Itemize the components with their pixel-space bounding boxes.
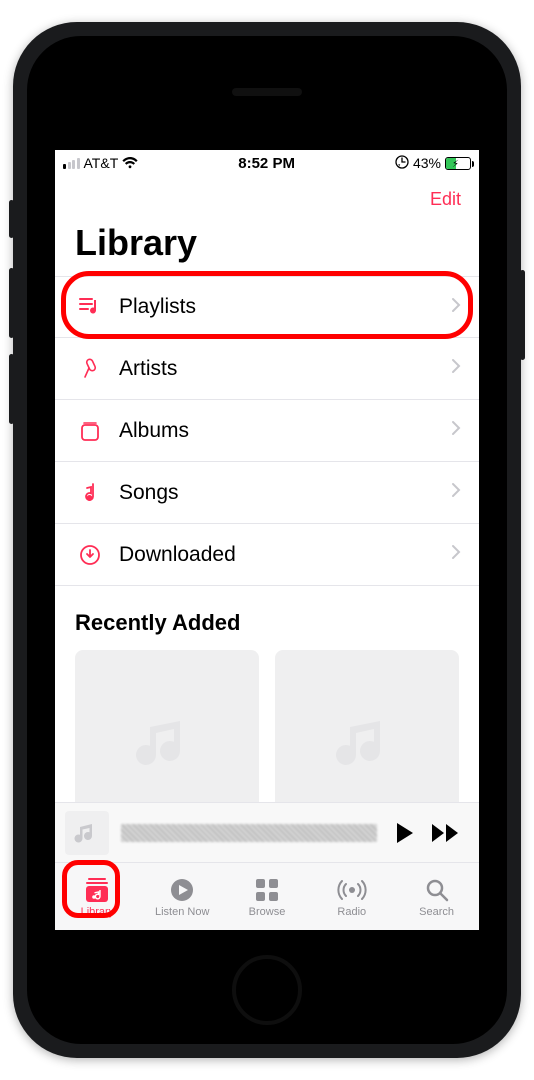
chevron-right-icon <box>451 297 461 318</box>
row-label: Playlists <box>119 295 451 319</box>
library-row-downloaded[interactable]: Downloaded <box>55 524 479 586</box>
battery-icon: ⚡︎ <box>445 157 471 170</box>
carrier-label: AT&T <box>84 155 119 171</box>
earpiece-speaker <box>232 88 302 96</box>
now-playing-title-redacted <box>121 824 377 842</box>
wifi-icon <box>122 157 138 169</box>
library-row-albums[interactable]: Albums <box>55 400 479 462</box>
library-row-artists[interactable]: Artists <box>55 338 479 400</box>
listen-now-tab-icon <box>169 876 195 904</box>
nav-bar: Edit <box>55 176 479 222</box>
tab-library[interactable]: Library <box>55 863 140 930</box>
music-placeholder-icon <box>74 820 100 846</box>
now-playing-bar[interactable] <box>55 802 479 862</box>
radio-tab-icon <box>337 876 367 904</box>
browse-tab-icon <box>255 876 279 904</box>
phone-bezel: AT&T 8:52 PM 43% ⚡︎ <box>27 36 507 1044</box>
volume-down-button <box>9 354 14 424</box>
next-track-button[interactable] <box>431 823 461 843</box>
play-button[interactable] <box>389 822 419 844</box>
home-button[interactable] <box>232 955 302 1025</box>
tab-label: Search <box>419 906 454 918</box>
row-label: Songs <box>119 481 451 505</box>
page-title: Library <box>55 222 479 276</box>
downloaded-icon <box>75 544 105 566</box>
chevron-right-icon <box>451 482 461 503</box>
artist-icon <box>75 358 105 380</box>
library-row-songs[interactable]: Songs <box>55 462 479 524</box>
volume-up-button <box>9 268 14 338</box>
search-tab-icon <box>425 876 449 904</box>
tab-label: Library <box>81 906 115 918</box>
tab-radio[interactable]: Radio <box>309 863 394 930</box>
row-label: Albums <box>119 419 451 443</box>
row-label: Downloaded <box>119 543 451 567</box>
music-placeholder-icon <box>132 707 202 777</box>
tab-bar: Library Listen Now Browse <box>55 862 479 930</box>
row-label: Artists <box>119 357 451 381</box>
screen: AT&T 8:52 PM 43% ⚡︎ <box>55 150 479 930</box>
library-row-playlists[interactable]: Playlists <box>55 276 479 338</box>
tab-browse[interactable]: Browse <box>225 863 310 930</box>
battery-percentage: 43% <box>413 155 441 171</box>
chevron-right-icon <box>451 420 461 441</box>
iphone-device-frame: AT&T 8:52 PM 43% ⚡︎ <box>13 22 521 1058</box>
tab-search[interactable]: Search <box>394 863 479 930</box>
charging-bolt-icon: ⚡︎ <box>452 158 459 171</box>
clock: 8:52 PM <box>238 155 295 172</box>
tab-listen-now[interactable]: Listen Now <box>140 863 225 930</box>
edit-button[interactable]: Edit <box>430 189 461 210</box>
library-list: Playlists Artists <box>55 276 479 586</box>
tab-label: Listen Now <box>155 906 209 918</box>
chevron-right-icon <box>451 544 461 565</box>
song-icon <box>75 482 105 504</box>
section-header-recently-added: Recently Added <box>55 586 479 650</box>
orientation-lock-icon <box>395 155 409 172</box>
music-placeholder-icon <box>332 707 402 777</box>
tab-label: Browse <box>249 906 286 918</box>
cellular-signal-icon <box>63 158 80 169</box>
playlist-icon <box>75 296 105 318</box>
now-playing-artwork <box>65 811 109 855</box>
status-bar: AT&T 8:52 PM 43% ⚡︎ <box>55 150 479 176</box>
album-icon <box>75 420 105 442</box>
power-button <box>520 270 525 360</box>
mute-switch <box>9 200 14 238</box>
tab-label: Radio <box>337 906 366 918</box>
library-tab-icon <box>83 876 111 904</box>
chevron-right-icon <box>451 358 461 379</box>
